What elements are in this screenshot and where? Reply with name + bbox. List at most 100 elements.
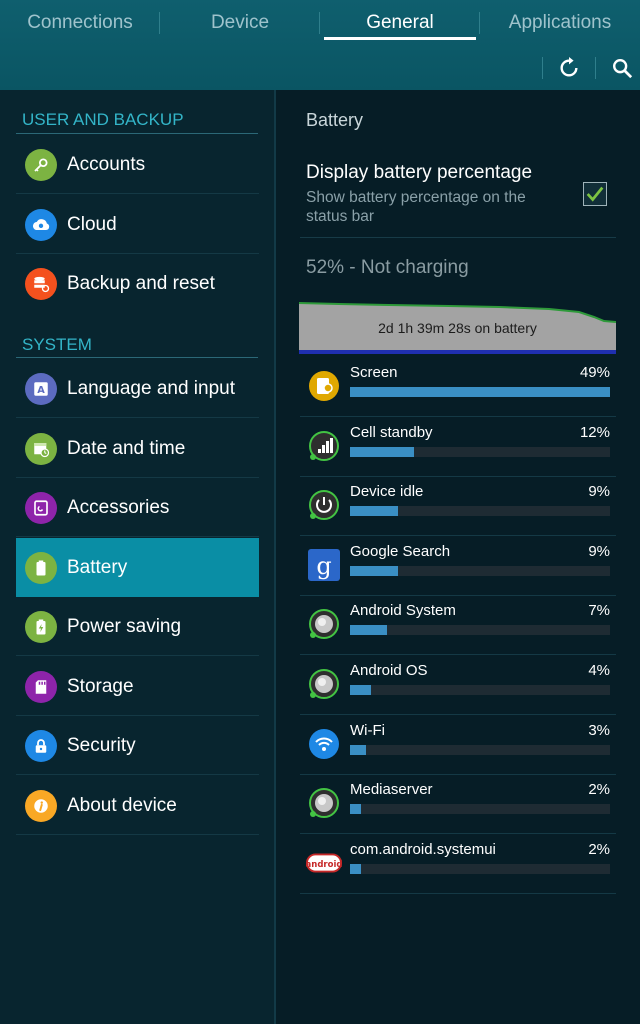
usage-app-name: Cell standby [350,424,433,441]
battery-icon [25,551,57,584]
usage-row[interactable]: Wi-Fi 3% [300,716,616,775]
sidebar-item-storage[interactable]: Storage [16,657,259,716]
display-percentage-description: Show battery percentage on the status ba… [306,189,526,225]
android-logo-icon: android [306,845,342,881]
tab-label: General [366,12,434,33]
screen-brightness-icon [306,368,342,404]
sidebar-item-label: Cloud [67,213,117,235]
sidebar-item-label: Storage [67,675,134,697]
battery-status: 52% - Not charging [306,257,469,278]
accessory-icon [25,491,57,524]
mediaserver-icon [306,785,342,821]
backup-icon [25,267,57,300]
usage-row[interactable]: Android System 7% [300,596,616,655]
row-divider [16,655,259,656]
usage-bar-track [350,387,610,397]
usage-bar-track [350,804,610,814]
usage-app-name: Screen [350,364,398,381]
row-divider [300,654,616,655]
sidebar-item-label: Power saving [67,615,182,637]
battery-panel: Battery Display battery percentage Show … [276,90,640,1024]
key-icon [25,148,57,181]
usage-app-name: Mediaserver [350,781,433,798]
sidebar-item-power-saving[interactable]: Power saving [16,597,259,656]
section-header-system: SYSTEM [22,335,92,354]
usage-bar-fill [350,864,361,874]
usage-percent: 49% [579,364,610,381]
sidebar-item-backup-and-reset[interactable]: Backup and reset [16,254,259,313]
row-divider [300,833,616,834]
usage-percent: 3% [588,722,610,739]
usage-percent: 12% [579,424,610,441]
tab-label: Applications [508,12,612,33]
usage-bar-fill [350,387,610,397]
top-bar: Connections Device General Applications [0,0,640,90]
usage-row[interactable]: Cell standby 12% [300,418,616,477]
calendar-icon [25,432,57,465]
sidebar-item-label: About device [67,794,177,816]
sidebar-item-accessories[interactable]: Accessories [16,478,259,537]
tab-connections[interactable]: Connections [0,0,160,46]
active-tab-indicator [324,37,476,40]
sidebar-item-cloud[interactable]: Cloud [16,195,259,254]
usage-row[interactable]: Android OS 4% [300,656,616,715]
usage-app-name: Google Search [350,543,451,560]
info-icon [25,789,57,822]
row-divider [16,417,259,418]
usage-app-name: Android System [350,602,456,619]
search-button[interactable] [604,50,640,86]
tab-general[interactable]: General [320,0,480,46]
sidebar-item-about-device[interactable]: About device [16,776,259,835]
usage-bar-track [350,447,610,457]
row-divider [16,193,259,194]
usage-bar-track [350,506,610,516]
svg-text:A: A [37,384,45,395]
usage-percent: 2% [588,841,610,858]
tab-label: Connections [27,12,133,33]
row-divider [16,834,259,835]
display-percentage-title[interactable]: Display battery percentage [306,162,532,184]
sidebar-item-label: Accounts [67,153,146,175]
usage-bar-track [350,745,610,755]
android-os-icon [306,666,342,702]
refresh-icon [560,57,578,77]
graph-label: 2d 1h 39m 28s on battery [378,320,537,336]
sidebar-item-security[interactable]: Security [16,716,259,775]
sidebar-item-date-and-time[interactable]: Date and time [16,419,259,478]
display-percentage-checkbox[interactable] [583,182,607,206]
usage-percent: 2% [588,781,610,798]
usage-percent: 9% [588,483,610,500]
usage-row[interactable]: Mediaserver 2% [300,775,616,834]
cell-signal-icon [306,428,342,464]
sidebar-item-label: Security [67,734,136,756]
sidebar-item-accounts[interactable]: Accounts [16,135,259,194]
sidebar-item-label: Battery [67,556,128,578]
usage-app-name: Device idle [350,483,424,500]
power-saving-icon [25,610,57,643]
power-icon [306,487,342,523]
tab-applications[interactable]: Applications [480,0,640,46]
sidebar-item-battery[interactable]: Battery [16,538,259,597]
usage-bar-track [350,685,610,695]
sidebar-item-language-and-input[interactable]: A Language and input [16,359,259,418]
lock-icon [25,729,57,762]
usage-bar-fill [350,625,387,635]
usage-bar-track [350,566,610,576]
usage-row[interactable]: Screen 49% [300,358,616,417]
android-system-icon [306,606,342,642]
tab-device[interactable]: Device [160,0,320,46]
row-divider [300,237,616,238]
usage-row[interactable]: g Google Search 9% [300,537,616,596]
row-divider [300,714,616,715]
usage-app-name: Wi-Fi [350,722,385,739]
search-icon [613,59,633,79]
refresh-button[interactable] [551,50,587,86]
tab-bar: Connections Device General Applications [0,0,640,46]
usage-row[interactable]: android com.android.systemui 2% [300,835,616,894]
usage-percent: 7% [588,602,610,619]
usage-row[interactable]: Device idle 9% [300,477,616,536]
section-header-user-backup: USER AND BACKUP [22,110,184,129]
usage-percent: 4% [588,662,610,679]
checkmark-icon [586,186,604,202]
page-title: Battery [306,110,364,130]
